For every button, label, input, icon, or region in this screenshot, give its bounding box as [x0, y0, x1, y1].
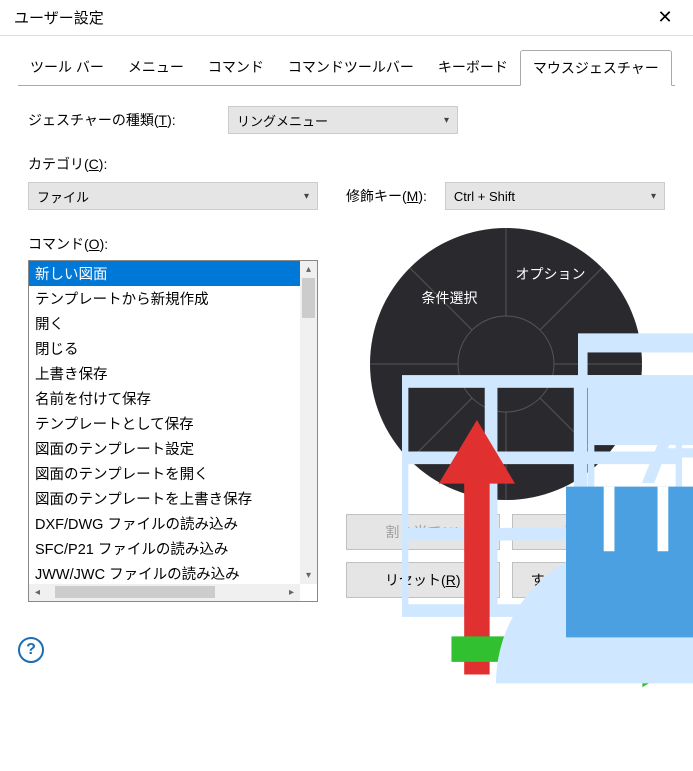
gesture-type-value: リングメニュー — [237, 111, 328, 130]
category-label: カテゴリ(C): — [28, 156, 107, 172]
ring-sector-option[interactable]: オプション — [516, 264, 586, 284]
list-item[interactable]: 図面のテンプレートを開く — [29, 461, 300, 486]
window-title: ユーザー設定 — [14, 7, 104, 28]
list-item[interactable]: 図面のテンプレート設定 — [29, 436, 300, 461]
chevron-down-icon: ▾ — [651, 191, 656, 202]
commands-listbox[interactable]: 新しい図面テンプレートから新規作成開く閉じる上書き保存名前を付けて保存テンプレー… — [28, 260, 318, 602]
list-item[interactable]: 閉じる — [29, 336, 300, 361]
scroll-down-icon[interactable]: ▾ — [300, 567, 317, 584]
tab-command-toolbar[interactable]: コマンドツールバー — [276, 50, 426, 85]
tabs: ツール バー メニュー コマンド コマンドツールバー キーボード マウスジェスチ… — [18, 50, 675, 86]
commands-label: コマンド(O): — [28, 236, 108, 252]
list-item[interactable]: 図面のテンプレートを上書き保存 — [29, 486, 300, 511]
list-item[interactable]: DXF/DWG ファイルの読み込み — [29, 511, 300, 536]
list-item[interactable]: テンプレートとして保存 — [29, 411, 300, 436]
chevron-down-icon: ▾ — [304, 191, 309, 202]
help-icon[interactable]: ? — [18, 637, 44, 663]
scroll-thumb[interactable] — [302, 278, 315, 318]
scroll-up-icon[interactable]: ▴ — [300, 261, 317, 278]
category-value: ファイル — [37, 187, 89, 206]
titlebar: ユーザー設定 ✕ — [0, 0, 693, 36]
list-item[interactable]: 上書き保存 — [29, 361, 300, 386]
scrollbar-vertical[interactable]: ▴ ▾ — [300, 261, 317, 584]
category-select[interactable]: ファイル ▾ — [28, 182, 318, 210]
list-item[interactable]: JWW/JWC ファイルの読み込み — [29, 561, 300, 584]
scroll-left-icon[interactable]: ◂ — [29, 584, 46, 601]
modifier-value: Ctrl + Shift — [454, 189, 515, 204]
scroll-right-icon[interactable]: ▸ — [283, 584, 300, 601]
gesture-type-label: ジェスチャーの種類(T): — [28, 110, 228, 130]
ring-menu[interactable]: オプション 条件選択 A — [366, 224, 646, 504]
list-item[interactable]: 新しい図面 — [29, 261, 300, 286]
tab-keyboard[interactable]: キーボード — [426, 50, 520, 85]
tab-toolbar[interactable]: ツール バー — [18, 50, 116, 85]
list-item[interactable]: 名前を付けて保存 — [29, 386, 300, 411]
scrollbar-horizontal[interactable]: ◂ ▸ — [29, 584, 300, 601]
list-item[interactable]: 開く — [29, 311, 300, 336]
list-item[interactable]: テンプレートから新規作成 — [29, 286, 300, 311]
tab-command[interactable]: コマンド — [196, 50, 276, 85]
close-icon[interactable]: ✕ — [647, 0, 683, 36]
modifier-label: 修飾キー(M): — [346, 186, 427, 206]
chevron-down-icon: ▾ — [444, 115, 449, 126]
tab-mouse-gesture[interactable]: マウスジェスチャー — [520, 50, 672, 86]
scroll-thumb[interactable] — [55, 586, 215, 598]
gesture-type-select[interactable]: リングメニュー ▾ — [228, 106, 458, 134]
ring-sector-condition-select[interactable]: 条件選択 — [422, 288, 478, 308]
modifier-select[interactable]: Ctrl + Shift ▾ — [445, 182, 665, 210]
ruler-icon[interactable] — [566, 422, 693, 702]
tab-menu[interactable]: メニュー — [116, 50, 196, 85]
list-item[interactable]: SFC/P21 ファイルの読み込み — [29, 536, 300, 561]
